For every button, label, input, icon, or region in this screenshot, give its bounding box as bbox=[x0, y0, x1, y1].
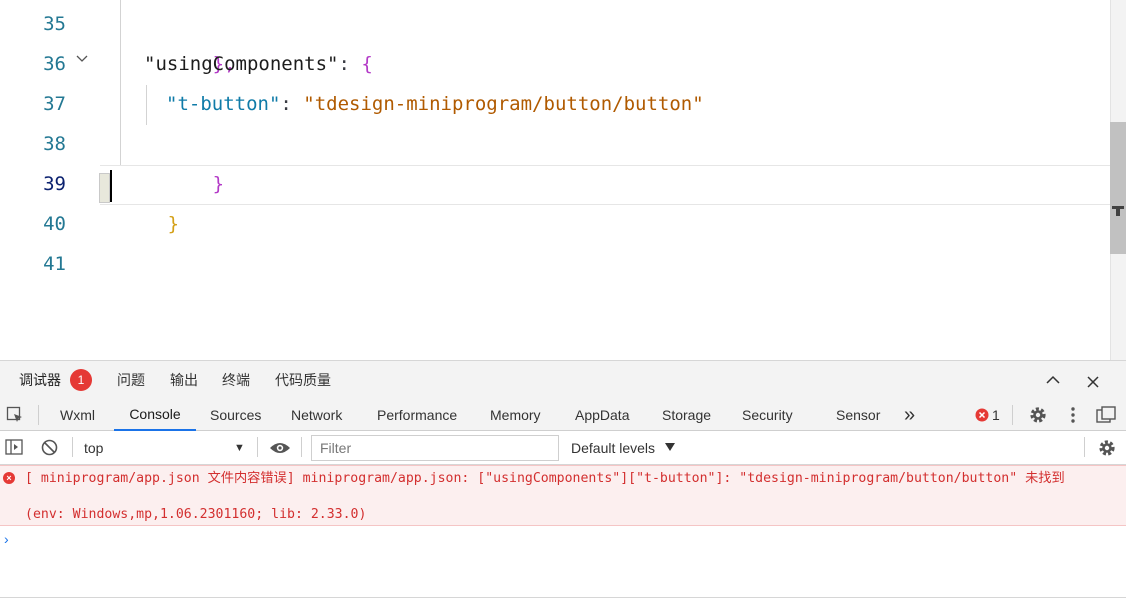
error-count-badge: 1 bbox=[70, 369, 92, 391]
devtools-panel-tabs: Wxml Console Sources Network Performance… bbox=[0, 399, 1126, 431]
clear-console-icon[interactable] bbox=[41, 439, 58, 456]
line-number: 40 bbox=[43, 213, 66, 235]
code-line[interactable]: 38 } bbox=[0, 124, 1110, 195]
tab-code-quality[interactable]: 代码质量 bbox=[275, 371, 331, 389]
console-toolbar: top ▼ Default levels bbox=[0, 431, 1126, 465]
tab-console[interactable]: Console bbox=[114, 399, 196, 431]
eye-icon[interactable] bbox=[269, 441, 291, 455]
tab-security[interactable]: Security bbox=[742, 399, 793, 431]
inspect-element-icon[interactable] bbox=[6, 406, 24, 424]
toolbar-divider bbox=[72, 437, 73, 457]
tab-terminal[interactable]: 终端 bbox=[222, 371, 250, 389]
console-error-message[interactable]: × [ miniprogram/app.json 文件内容错误] minipro… bbox=[0, 465, 1126, 526]
console-settings-gear-icon[interactable] bbox=[1097, 438, 1117, 458]
toolbar-divider bbox=[257, 437, 258, 457]
toolbar-divider bbox=[38, 405, 39, 425]
code-line[interactable]: 35 }, bbox=[0, 4, 1110, 75]
text-caret bbox=[110, 170, 112, 202]
tab-sensor[interactable]: Sensor bbox=[836, 399, 880, 431]
editor-scrollbar-thumb[interactable] bbox=[1110, 122, 1126, 254]
tab-storage[interactable]: Storage bbox=[662, 399, 711, 431]
error-icon[interactable] bbox=[975, 408, 989, 422]
tab-output[interactable]: 输出 bbox=[170, 371, 198, 389]
line-number: 41 bbox=[43, 253, 66, 275]
toolbar-divider bbox=[1084, 437, 1085, 457]
tab-wxml[interactable]: Wxml bbox=[60, 399, 95, 431]
tab-sources[interactable]: Sources bbox=[210, 399, 261, 431]
tab-memory[interactable]: Memory bbox=[490, 399, 541, 431]
devtools-top-bar: 调试器 1 问题 输出 终端 代码质量 bbox=[0, 361, 1126, 399]
code-text: "usingComponents": { bbox=[144, 44, 373, 84]
line-number: 38 bbox=[43, 133, 66, 155]
error-env-info: (env: Windows,mp,1.06.2301160; lib: 2.33… bbox=[25, 507, 367, 522]
line-number: 35 bbox=[43, 13, 66, 35]
brace-token: { bbox=[361, 53, 373, 75]
code-line[interactable]: 40 bbox=[0, 204, 1110, 244]
close-icon[interactable] bbox=[1087, 376, 1099, 388]
filter-input[interactable] bbox=[311, 435, 559, 461]
code-line[interactable]: 41 bbox=[0, 244, 1110, 284]
code-line[interactable]: 36 "usingComponents": { bbox=[0, 44, 1110, 84]
dropdown-arrow-icon[interactable]: ▼ bbox=[234, 436, 245, 460]
tab-appdata[interactable]: AppData bbox=[575, 399, 629, 431]
context-select[interactable]: top bbox=[76, 436, 250, 460]
line-number: 36 bbox=[43, 53, 66, 75]
line-number: 37 bbox=[43, 93, 66, 115]
sidebar-toggle-icon[interactable] bbox=[5, 439, 23, 455]
tab-network[interactable]: Network bbox=[291, 399, 342, 431]
gear-icon[interactable] bbox=[1028, 405, 1048, 425]
error-icon: × bbox=[3, 472, 15, 484]
collapse-panel-icon[interactable] bbox=[1046, 375, 1060, 385]
error-text: [ miniprogram/app.json 文件内容错误] miniprogr… bbox=[25, 471, 1065, 486]
json-string-token: "tdesign-miniprogram/button/button" bbox=[303, 93, 704, 115]
tab-performance[interactable]: Performance bbox=[377, 399, 457, 431]
tab-issues[interactable]: 问题 bbox=[117, 371, 145, 389]
code-line[interactable]: 39 } bbox=[0, 164, 1110, 235]
fold-chevron-icon[interactable] bbox=[76, 54, 88, 64]
divider bbox=[0, 597, 1126, 598]
tab-debugger[interactable]: 调试器 bbox=[19, 371, 61, 389]
dropdown-arrow-icon[interactable] bbox=[665, 443, 675, 451]
json-key-token: "t-button" bbox=[166, 93, 281, 115]
code-editor[interactable]: 35 }, 36 "usingComponents": { 37 "t-butt… bbox=[0, 0, 1126, 360]
devtools-panel: 调试器 1 问题 输出 终端 代码质量 Wxml Console Sources… bbox=[0, 360, 1126, 601]
toolbar-divider bbox=[1012, 405, 1013, 425]
more-tabs-button[interactable]: » bbox=[904, 399, 915, 431]
dock-side-icon[interactable] bbox=[1096, 406, 1116, 424]
colon-token: : bbox=[280, 93, 304, 115]
more-options-icon[interactable] bbox=[1070, 406, 1076, 424]
log-levels-dropdown[interactable]: Default levels bbox=[571, 436, 655, 460]
code-text: "t-button": "tdesign-miniprogram/button/… bbox=[166, 84, 704, 124]
cursor-position-marker bbox=[1116, 209, 1120, 216]
code-line[interactable]: 37 "t-button": "tdesign-miniprogram/butt… bbox=[0, 84, 1110, 124]
console-prompt[interactable]: › bbox=[4, 531, 9, 547]
error-count[interactable]: 1 bbox=[992, 399, 1000, 431]
json-key-token: "usingComponents" bbox=[144, 53, 339, 75]
line-number: 39 bbox=[43, 173, 66, 195]
toolbar-divider bbox=[301, 437, 302, 457]
colon-token: : bbox=[338, 53, 362, 75]
